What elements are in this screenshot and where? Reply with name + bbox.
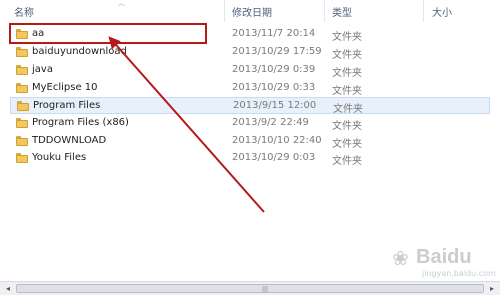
file-date: 2013/10/29 0:03 (232, 152, 316, 163)
scroll-right-icon[interactable]: ▸ (485, 283, 499, 294)
column-divider[interactable] (324, 0, 325, 22)
file-name: Program Files (33, 100, 101, 111)
file-row-program-files-x86[interactable]: Program Files (x86) 2013/9/2 22:49 文件夹 (10, 115, 490, 132)
scroll-left-icon[interactable]: ◂ (1, 283, 15, 294)
file-type: 文件夹 (332, 86, 362, 97)
file-type: 文件夹 (332, 156, 362, 167)
scrollbar-thumb[interactable]: ||| (16, 284, 484, 293)
annotation-highlight-box (9, 23, 207, 44)
file-name: baiduyundownload (32, 46, 127, 57)
file-name: Program Files (x86) (32, 117, 129, 128)
column-date[interactable]: 修改日期 (232, 4, 272, 19)
column-divider[interactable] (224, 0, 225, 22)
file-row-youku-files[interactable]: Youku Files 2013/10/29 0:03 文件夹 (10, 150, 490, 167)
folder-icon (17, 101, 29, 111)
column-name[interactable]: 名称 (14, 4, 34, 19)
file-name: java (32, 64, 53, 75)
folder-icon (16, 65, 28, 75)
column-size[interactable]: 大小 (432, 4, 452, 19)
column-divider[interactable] (423, 0, 424, 22)
baidu-jingyan-watermark: ❀ Baidu jingyan.baidu.com (392, 244, 496, 280)
file-type: 文件夹 (332, 50, 362, 61)
file-row-myeclipse[interactable]: MyEclipse 10 2013/10/29 0:33 文件夹 (10, 80, 490, 97)
column-type[interactable]: 类型 (332, 4, 352, 19)
file-name: MyEclipse 10 (32, 82, 98, 93)
folder-icon (16, 47, 28, 57)
folder-icon (16, 153, 28, 163)
file-date: 2013/10/29 17:59 (232, 46, 322, 57)
file-row-tddownload[interactable]: TDDOWNLOAD 2013/10/10 22:40 文件夹 (10, 133, 490, 150)
file-date: 2013/11/7 20:14 (232, 28, 316, 39)
file-type: 文件夹 (332, 139, 362, 150)
file-type: 文件夹 (332, 121, 362, 132)
horizontal-scrollbar[interactable]: ◂ ||| ▸ (0, 281, 500, 295)
watermark-subtext: jingyan.baidu.com (422, 269, 496, 278)
folder-icon (16, 136, 28, 146)
file-name: Youku Files (32, 152, 87, 163)
file-name: TDDOWNLOAD (32, 135, 107, 146)
file-row-java[interactable]: java 2013/10/29 0:39 文件夹 (10, 62, 490, 79)
file-type: 文件夹 (332, 68, 362, 79)
column-header: ︿ 名称 修改日期 类型 大小 (0, 0, 500, 22)
file-date: 2013/9/2 22:49 (232, 117, 309, 128)
file-date: 2013/10/29 0:39 (232, 64, 316, 75)
paw-logo-icon: ❀ (392, 246, 409, 270)
folder-icon (16, 83, 28, 93)
file-date: 2013/10/10 22:40 (232, 135, 322, 146)
sort-up-icon: ︿ (118, 0, 125, 7)
file-type: 文件夹 (332, 32, 362, 43)
file-row-program-files[interactable]: Program Files 2013/9/15 12:00 文件夹 (10, 97, 490, 115)
watermark-text: Baidu (416, 246, 472, 268)
file-type: 文件夹 (333, 104, 363, 115)
file-date: 2013/9/15 12:00 (233, 100, 317, 111)
grip-icon: ||| (262, 286, 269, 293)
file-date: 2013/10/29 0:33 (232, 82, 316, 93)
folder-icon (16, 118, 28, 128)
file-row-baiduyundownload[interactable]: baiduyundownload 2013/10/29 17:59 文件夹 (10, 44, 490, 61)
